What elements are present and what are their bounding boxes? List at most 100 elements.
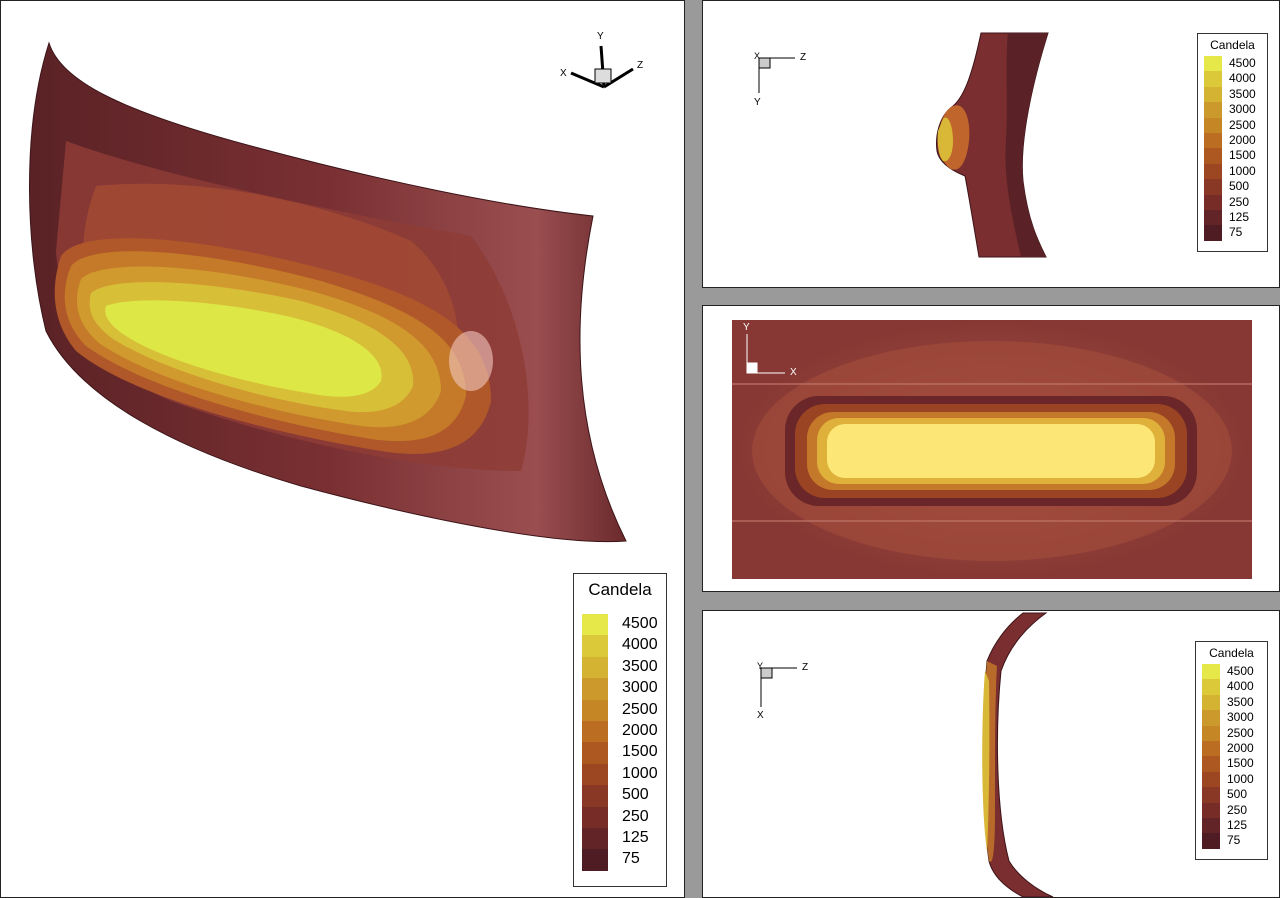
- side-view-zy-surface: [758, 32, 1049, 258]
- legend-value: 4500: [622, 615, 658, 632]
- legend-row: 4000: [574, 635, 666, 657]
- legend-value: 1500: [1229, 148, 1256, 163]
- legend-swatch: [1202, 771, 1220, 788]
- legend-swatch: [1204, 133, 1222, 149]
- legend-value: 1000: [1227, 771, 1254, 786]
- legend-value: 125: [1227, 818, 1248, 832]
- legend-row: 4500: [574, 614, 666, 636]
- legend-swatch: [1202, 679, 1220, 695]
- legend-row: 2000: [1196, 741, 1267, 757]
- legend-swatch: [1204, 56, 1222, 72]
- legend-value: 4500: [1227, 664, 1254, 678]
- legend-value: 125: [1229, 210, 1250, 224]
- legend-row: 2000: [574, 721, 666, 743]
- legend-bottom: Candela 4500 4000 3500 3000 2500 2000 1500 1000…: [1195, 641, 1268, 860]
- side-view-zy-panel[interactable]: X Z Y Candela 4500 4000 3500 3000 2500 2000 15…: [702, 0, 1280, 288]
- legend-row: 2000: [1198, 133, 1267, 149]
- legend-swatch: [1204, 163, 1222, 180]
- legend-row: 4500: [1196, 664, 1267, 680]
- legend-value: 2500: [1227, 725, 1254, 740]
- legend-row: 500: [1196, 787, 1267, 803]
- axis-label-x: X: [757, 710, 764, 721]
- legend-value: 3000: [622, 679, 658, 697]
- axis-label-z: Z: [800, 52, 807, 63]
- legend-row: 3000: [1198, 102, 1267, 118]
- legend-swatch: [1204, 225, 1222, 241]
- legend-value: 500: [1227, 787, 1248, 802]
- legend-value: 2000: [622, 722, 658, 739]
- legend-row: 250: [574, 806, 666, 828]
- legend-row: 125: [1198, 210, 1267, 226]
- legend-row: 1500: [574, 742, 666, 764]
- legend-swatch: [1204, 179, 1222, 195]
- legend-title: Candela: [588, 580, 652, 599]
- legend-value: 3500: [1227, 694, 1254, 709]
- legend-value: 4500: [1229, 56, 1256, 70]
- legend-swatch: [582, 806, 608, 828]
- front-view-xy-panel[interactable]: X Y: [702, 305, 1280, 592]
- legend-swatch: [1204, 194, 1222, 210]
- top-view-zx-surface: [760, 612, 1054, 897]
- legend-row: 75: [574, 849, 666, 871]
- legend-swatch: [1204, 117, 1222, 133]
- legend-row: 1500: [1198, 148, 1267, 164]
- legend-swatch: [1204, 148, 1222, 164]
- legend-row: 3500: [1198, 86, 1267, 103]
- top-view-zx-panel[interactable]: Y Z X Candela 4500 4000 3500 3000 2500 2000 15…: [702, 610, 1280, 898]
- legend-row: 75: [1196, 833, 1267, 849]
- legend-row: 2500: [574, 699, 666, 721]
- legend-value: 1500: [1227, 756, 1254, 771]
- legend-swatch: [1202, 741, 1220, 757]
- legend-row: 4000: [1198, 71, 1267, 87]
- legend-swatch: [1204, 86, 1222, 103]
- legend-swatch: [582, 614, 608, 636]
- legend-row: 4500: [1198, 56, 1267, 72]
- legend-value: 75: [622, 850, 640, 868]
- legend-row: 1000: [574, 763, 666, 786]
- legend-swatch: [1202, 694, 1220, 711]
- axis-label-y: Y: [743, 322, 750, 333]
- legend-swatch: [582, 828, 608, 850]
- legend-row: 3500: [1196, 694, 1267, 711]
- legend-swatch: [1202, 725, 1220, 741]
- axis-label-y: Y: [757, 661, 764, 671]
- legend-value: 2000: [1227, 741, 1254, 755]
- front-view-xy-surface: [732, 320, 1252, 579]
- legend-row: 1000: [1198, 163, 1267, 180]
- legend-value: 250: [1227, 802, 1248, 817]
- legend-swatch: [582, 678, 608, 700]
- legend-row: 250: [1196, 802, 1267, 818]
- legend-row: 500: [574, 785, 666, 807]
- legend-row: 2500: [1196, 725, 1267, 741]
- legend-value: 4000: [1227, 679, 1254, 694]
- axis-label-z: Z: [802, 662, 809, 673]
- legend-value: 4000: [1229, 71, 1256, 86]
- legend-swatch: [1202, 802, 1220, 818]
- legend-swatch: [1202, 756, 1220, 772]
- legend-row: 3000: [574, 678, 666, 700]
- legend-swatch: [1202, 818, 1220, 834]
- legend-row: 4000: [1196, 679, 1267, 695]
- axis-label-y: Y: [597, 31, 604, 42]
- legend-value: 2500: [622, 700, 658, 718]
- legend-value: 1000: [1229, 163, 1256, 178]
- legend-row: 250: [1198, 194, 1267, 210]
- legend-swatch: [582, 721, 608, 743]
- legend-swatch: [582, 656, 608, 679]
- legend-row: 75: [1198, 225, 1267, 241]
- legend-top: Candela 4500 4000 3500 3000 2500 2000 1500 1000…: [1197, 33, 1268, 252]
- axis-triad: [570, 45, 634, 89]
- axis-label-y: Y: [754, 97, 761, 108]
- legend-swatch: [582, 785, 608, 807]
- legend-swatch: [1202, 833, 1220, 849]
- legend-row: 2500: [1198, 117, 1267, 133]
- legend-value: 1500: [622, 743, 658, 761]
- legend-swatch: [582, 742, 608, 764]
- legend-title: Candela: [1210, 38, 1255, 52]
- legend-swatch: [1204, 71, 1222, 87]
- main-3d-view-panel[interactable]: Y X Z Candela 4500 4000 3500 3000 2500 2000 15…: [0, 0, 685, 898]
- legend-value: 500: [622, 786, 649, 804]
- legend-title: Candela: [1209, 646, 1254, 660]
- legend-row: 500: [1198, 179, 1267, 195]
- legend-swatch: [582, 849, 608, 871]
